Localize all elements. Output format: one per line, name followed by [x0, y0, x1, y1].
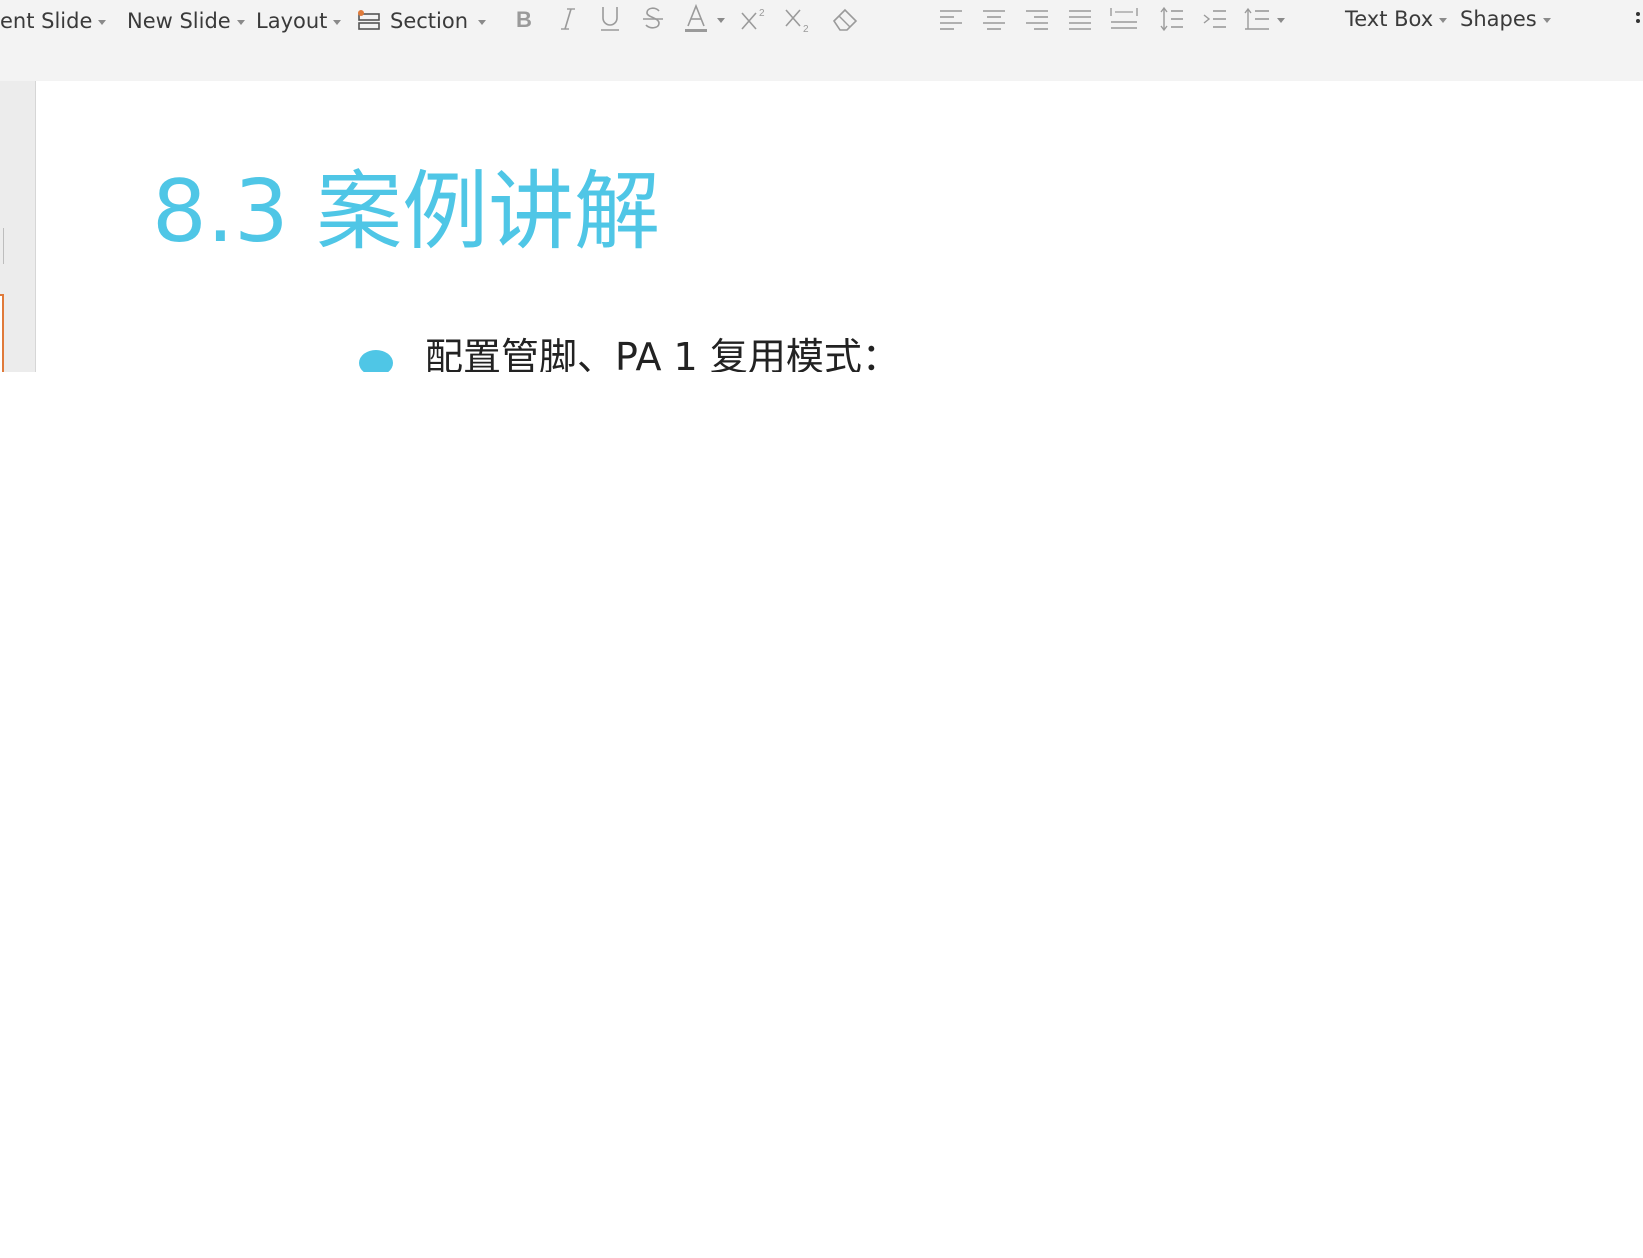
section-label: Section	[390, 9, 469, 33]
svg-text:B: B	[516, 7, 532, 31]
new-slide-button[interactable]: New Slide	[127, 0, 245, 42]
clear-format-icon[interactable]	[828, 0, 862, 38]
chevron-down-icon	[98, 19, 107, 25]
slide-title[interactable]: 8.3 案例讲解	[152, 169, 660, 255]
font-color-icon[interactable]	[681, 0, 727, 38]
ribbon-toolbar: ent Slide New Slide Layout Section B 2 2…	[0, 0, 1643, 81]
bullet-icon	[359, 350, 393, 372]
superscript-icon[interactable]: 2	[738, 0, 770, 38]
svg-text:2: 2	[759, 8, 765, 19]
new-slide-label: New Slide	[127, 9, 231, 33]
more-icon[interactable]	[1632, 0, 1643, 38]
layout-button[interactable]: Layout	[256, 0, 342, 42]
thumbnail-divider	[0, 228, 4, 264]
bold-icon[interactable]: B	[510, 0, 540, 38]
align-center-icon[interactable]	[979, 0, 1009, 38]
distributed-icon[interactable]	[1107, 0, 1141, 38]
slide-canvas[interactable]: 8.3 案例讲解 配置管脚、PA 1 复用模式：	[36, 81, 1643, 372]
subscript-icon[interactable]: 2	[781, 0, 815, 38]
blank-area	[0, 372, 1643, 1258]
decrease-indent-icon[interactable]	[1200, 0, 1230, 38]
italic-icon[interactable]	[553, 0, 583, 38]
shapes-button[interactable]: Shapes	[1460, 0, 1551, 40]
shapes-label: Shapes	[1460, 7, 1537, 31]
chevron-down-icon	[1439, 17, 1448, 23]
chevron-down-icon	[1542, 17, 1551, 23]
text-box-label: Text Box	[1345, 7, 1434, 31]
current-slide-button[interactable]: ent Slide	[0, 0, 107, 42]
chevron-down-icon	[236, 19, 245, 25]
svg-text:2: 2	[803, 24, 809, 34]
section-icon	[356, 9, 382, 33]
chevron-down-icon	[333, 19, 342, 25]
current-slide-label: ent Slide	[0, 9, 93, 33]
bullet-text[interactable]: 配置管脚、PA 1 复用模式：	[425, 335, 900, 372]
presentation-app: ent Slide New Slide Layout Section B 2 2…	[0, 0, 1643, 372]
slide-thumbnail-panel[interactable]	[0, 81, 36, 372]
chevron-down-icon	[478, 19, 487, 25]
layout-label: Layout	[256, 9, 328, 33]
chevron-down-icon	[717, 17, 725, 23]
underline-icon[interactable]	[595, 0, 625, 38]
text-box-button[interactable]: Text Box	[1345, 0, 1448, 40]
align-right-icon[interactable]	[1022, 0, 1052, 38]
paragraph-spacing-icon[interactable]	[1241, 0, 1287, 38]
section-button[interactable]: Section	[356, 0, 487, 42]
strikethrough-icon[interactable]	[637, 0, 669, 38]
justify-icon[interactable]	[1065, 0, 1095, 38]
chevron-down-icon	[1277, 17, 1285, 23]
line-spacing-icon[interactable]	[1157, 0, 1187, 38]
selected-slide-thumbnail[interactable]	[0, 294, 4, 372]
align-left-icon[interactable]	[936, 0, 966, 38]
